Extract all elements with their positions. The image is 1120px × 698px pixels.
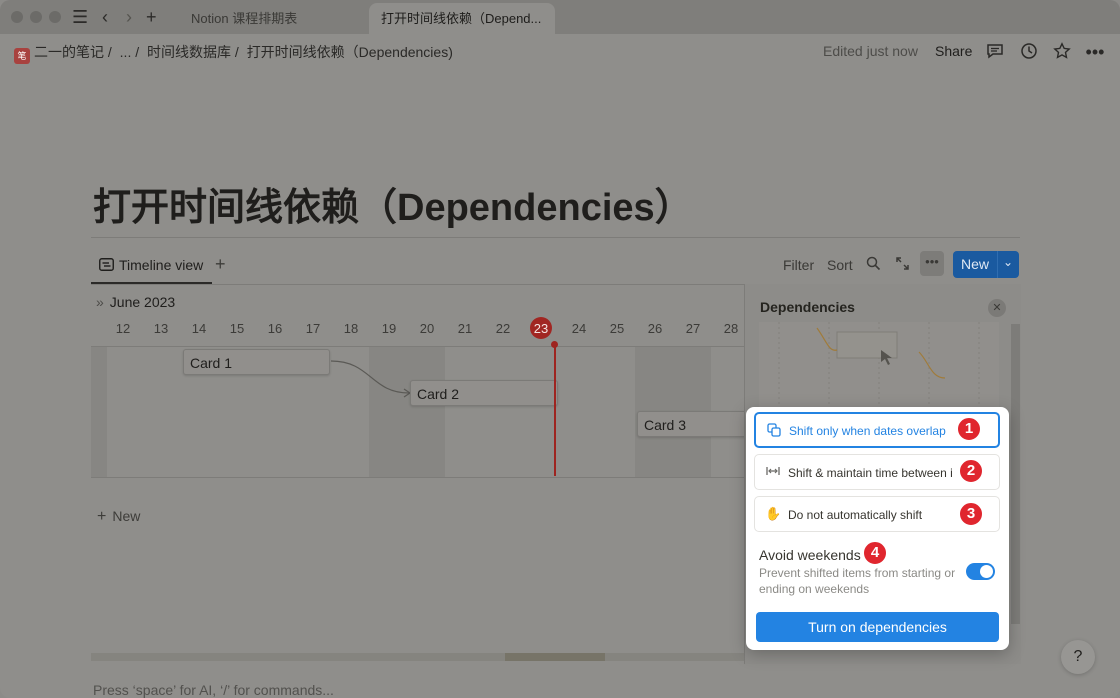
zoom-window-button[interactable]: [49, 11, 61, 23]
day-label: 24: [571, 321, 587, 336]
plus-icon: +: [97, 508, 107, 525]
today-line: [554, 344, 556, 476]
forward-icon[interactable]: ›: [126, 7, 132, 27]
month-label: June 2023: [109, 294, 176, 310]
panel-title: Dependencies: [760, 299, 855, 315]
view-label: Timeline view: [119, 257, 204, 273]
breadcrumb-item[interactable]: 打开时间线依赖（Dependencies): [247, 44, 453, 60]
day-label: 17: [305, 321, 321, 336]
new-button-label: New: [961, 256, 990, 272]
breadcrumb: 笔二一的笔记 / ... / 时间线数据库 / 打开时间线依赖（Dependen…: [14, 42, 457, 64]
add-new-label: New: [112, 508, 141, 524]
avoid-weekends-toggle[interactable]: [966, 563, 995, 580]
day-label: 21: [457, 321, 473, 336]
app-window: ☰ ‹ › + Notion 课程排期表 打开时间线依赖（Depend... 笔…: [0, 0, 1120, 698]
day-label: 19: [381, 321, 397, 336]
timeline-card[interactable]: Card 1: [183, 349, 330, 375]
maintain-gap-icon: [765, 464, 781, 480]
timeline-card[interactable]: Card 3: [637, 411, 747, 437]
option-label: Do not automatically shift: [788, 508, 923, 522]
dependency-options-popup: Shift only when dates overlap 1 Shift & …: [746, 407, 1009, 650]
toggle-knob: [980, 565, 993, 578]
workspace-icon: 笔: [14, 48, 30, 64]
day-label: 13: [153, 321, 169, 336]
overlap-icon: [766, 423, 782, 439]
day-label: 25: [609, 321, 625, 336]
avoid-weekends-description: Prevent shifted items from starting or e…: [759, 566, 956, 596]
annotation-badge-3: 3: [958, 501, 984, 527]
timeline: » June 2023 12 13 14 15 16 17 18 19 20 21 22 23 24 25 2…: [91, 284, 747, 665]
page-title[interactable]: 打开时间线依赖（Dependencies）: [93, 176, 693, 231]
option-label: Shift & maintain time between i: [788, 466, 953, 480]
dependencies-illustration: [759, 322, 999, 408]
sort-button[interactable]: Sort: [827, 257, 853, 273]
expand-icon[interactable]: [895, 256, 910, 274]
hand-icon: ✋: [765, 506, 782, 521]
day-label: 20: [419, 321, 435, 336]
tab-bar: ☰ ‹ › + Notion 课程排期表 打开时间线依赖（Depend...: [0, 0, 1120, 34]
timeline-icon: [99, 258, 114, 271]
new-button[interactable]: New ⌄: [953, 251, 1019, 278]
tab-timeline-view[interactable]: Timeline view: [99, 257, 203, 273]
share-button[interactable]: Share: [935, 43, 972, 59]
day-label: 15: [229, 321, 245, 336]
comments-icon[interactable]: [985, 42, 1005, 62]
day-label: 22: [495, 321, 511, 336]
minimize-window-button[interactable]: [30, 11, 42, 23]
day-label: 18: [343, 321, 359, 336]
option-label: Shift only when dates overlap: [789, 424, 946, 438]
timeline-card[interactable]: Card 2: [410, 380, 558, 406]
annotation-badge-2: 2: [958, 458, 984, 484]
day-label: 27: [685, 321, 701, 336]
filter-button[interactable]: Filter: [783, 257, 814, 273]
breadcrumb-item[interactable]: 时间线数据库 /: [147, 44, 239, 60]
page-topbar: 笔二一的笔记 / ... / 时间线数据库 / 打开时间线依赖（Dependen…: [0, 34, 1120, 70]
day-label: 16: [267, 321, 283, 336]
today-pin: [551, 341, 558, 348]
tab-course-schedule[interactable]: Notion 课程排期表: [179, 3, 309, 34]
turn-on-dependencies-button[interactable]: Turn on dependencies: [756, 612, 999, 642]
close-window-button[interactable]: [11, 11, 23, 23]
back-icon[interactable]: ‹: [102, 7, 108, 27]
day-label: 26: [647, 321, 663, 336]
menu-icon[interactable]: ☰: [72, 7, 88, 27]
timeline-grid: Card 1 Card 2 Card 3 + New: [91, 346, 747, 525]
day-label: 12: [115, 321, 131, 336]
tab-dependencies[interactable]: 打开时间线依赖（Depend...: [369, 3, 555, 34]
scroll-thumb[interactable]: [505, 653, 605, 661]
add-new-row-button[interactable]: + New: [97, 508, 140, 526]
edited-status: Edited just now: [823, 43, 918, 59]
chevron-down-icon[interactable]: ⌄: [1003, 255, 1013, 269]
favorite-icon[interactable]: [1052, 42, 1072, 62]
breadcrumb-item[interactable]: 二一的笔记 /: [34, 44, 112, 60]
panel-scrollbar[interactable]: [1011, 324, 1020, 624]
day-label: 23: [533, 321, 549, 336]
new-button-divider: [997, 251, 998, 278]
database-view-bar: Timeline view + Filter Sort ••• New ⌄: [91, 237, 1020, 284]
expand-chevrons-icon[interactable]: »: [96, 294, 104, 310]
annotation-badge-1: 1: [956, 416, 982, 442]
annotation-badge-4: 4: [862, 540, 888, 566]
day-label: 14: [191, 321, 207, 336]
new-tab-icon[interactable]: +: [146, 7, 157, 27]
help-button[interactable]: ?: [1061, 640, 1095, 674]
avoid-weekends-label: Avoid weekends: [759, 547, 861, 563]
timeline-month: » June 2023: [96, 294, 175, 310]
breadcrumb-item[interactable]: ... /: [120, 44, 139, 60]
close-icon[interactable]: ✕: [988, 299, 1006, 317]
add-view-button[interactable]: +: [215, 254, 226, 275]
more-icon[interactable]: •••: [1085, 42, 1105, 62]
horizontal-scrollbar[interactable]: [91, 653, 744, 661]
day-label: 28: [723, 321, 739, 336]
editor-hint[interactable]: Press ‘space’ for AI, ‘/’ for commands..…: [93, 682, 334, 698]
search-icon[interactable]: [866, 256, 881, 274]
view-options-icon[interactable]: •••: [920, 251, 944, 276]
history-icon[interactable]: [1019, 42, 1039, 62]
